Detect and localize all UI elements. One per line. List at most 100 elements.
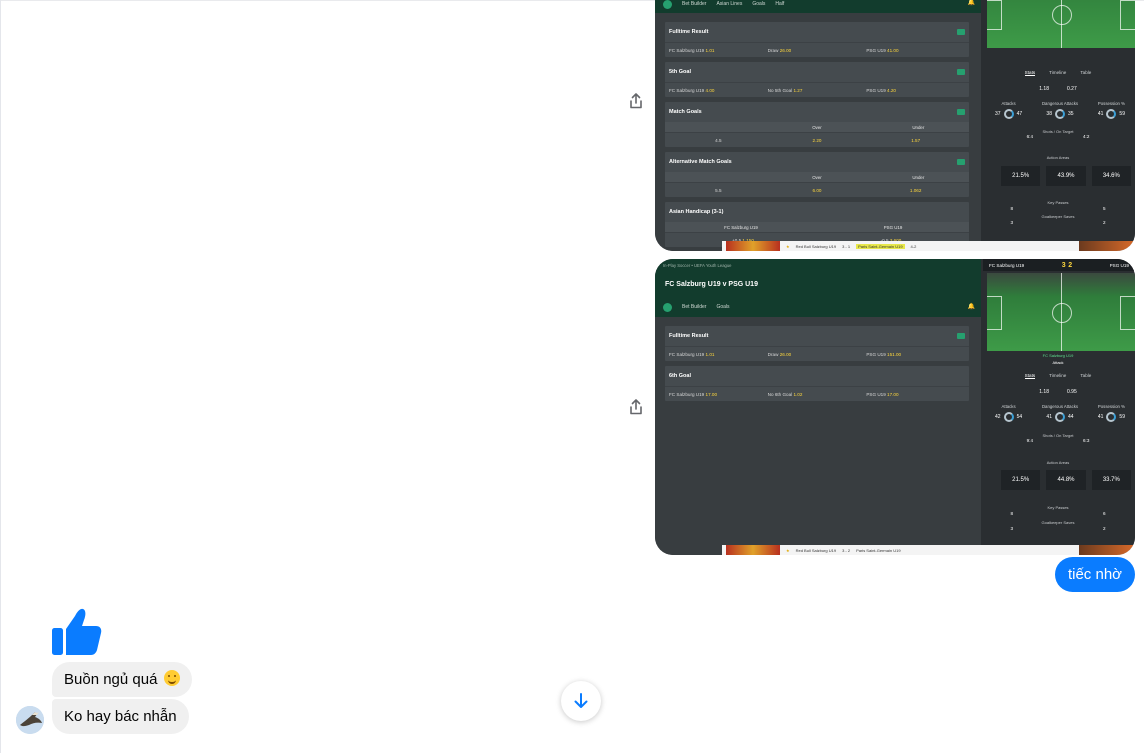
col-over: Over [812,174,822,180]
area-value: 34.6% [1091,166,1131,186]
strip-opponent: Paris Saint-Germain U19 [856,243,905,249]
market-title: Fulltime Result [669,29,709,35]
col-away: PSG U19 [883,224,903,230]
ring-chart [1003,412,1014,422]
nav-asian-lines: Asian Lines [716,1,743,7]
goalkeeper-saves-values: 3 2 [981,526,1135,531]
odds-value: 1.01 [705,47,715,53]
odds-team: Draw [767,47,779,53]
betting-header: In-Play Soccer • UEFA Youth League FC Sa… [655,259,981,317]
odds-team: PSG U19 [866,47,886,53]
odds-team: PSG U19 [866,391,886,397]
stat-label: Attacks [1001,101,1016,106]
action-areas: 21.5% 43.9% 34.6% [1001,166,1131,186]
stat-value: 41 [1097,414,1104,420]
odds-value: 6.00 [812,187,822,193]
ring-chart [1003,109,1014,119]
stat-value: 37 [995,111,1001,117]
avatar[interactable] [16,706,44,734]
stat-value: 8 [1010,511,1013,516]
stat-value: 41 [1097,111,1104,117]
team-home: FC Salzburg U19 [989,262,1025,268]
match-stats-panel: FC Salzburg U19 3 2 PSG U19 FC Salzburg … [981,259,1135,555]
stats-trio: Attacks 42 54 Dangerous Attacks 41 44 Posses… [995,404,1125,422]
col-over: Over [812,124,822,130]
stat-value: 42 [995,414,1001,420]
image-message-2[interactable]: In-Play Soccer • UEFA Youth League FC Sa… [655,259,1135,555]
odds-team: FC Salzburg U19 [669,351,705,357]
odds-team: FC Salzburg U19 [669,47,705,53]
odds-value: 4.20 [887,87,896,93]
market-title: Fulltime Result [669,333,709,339]
odds-team: PSG U19 [866,87,886,93]
betting-markets-panel: Bet Builder Asian Lines Goals Half 🔔 Ful… [655,0,981,251]
match-title: FC Salzburg U19 v PSG U19 [665,281,758,288]
stat-value: 6 [1103,511,1106,516]
stat-value: 59 [1119,414,1125,420]
bet-builder-badge [663,0,672,9]
nav-bet-builder: Bet Builder [682,1,707,7]
market-indicator [957,29,965,35]
market-match-goals: Match Goals Over Under 4.5 2.20 1.57 [665,102,969,147]
stat-value: 8 [1010,206,1013,211]
market-indicator [957,69,965,75]
area-value: 43.9% [1046,166,1086,186]
odds-team: PSG U19 [866,351,886,357]
scroll-to-bottom-button[interactable] [561,681,601,721]
thumbs-up-icon[interactable] [51,606,103,658]
col-under: Under [912,124,925,130]
ring-chart [1054,412,1065,422]
share-icon[interactable] [626,91,646,111]
stat-value: 3 [1010,220,1013,225]
market-list: Fulltime Result FC Salzburg U19 1.01 Dra… [665,326,969,406]
stat-value: 59 [1119,111,1125,117]
stat-value: 54 [1016,414,1023,420]
market-title: Alternative Match Goals [669,159,732,165]
image-message-1[interactable]: Bet Builder Asian Lines Goals Half 🔔 Ful… [655,0,1135,251]
action-areas-label: Action Areas [1046,460,1070,465]
stat-home: 1.18 [1039,86,1049,92]
goal-line: 4.5 [715,137,722,143]
strip-match: Red Bull Salzburg U19 [795,547,837,553]
stat-value: 3 [1010,526,1013,531]
odds-value: 151.00 [887,351,902,357]
odds-value: 1.27 [793,87,803,93]
nav-half: Half [775,1,785,7]
score-home: 3 [1061,261,1066,269]
area-value: 21.5% [1001,470,1041,490]
stat-value: 47 [1016,111,1023,117]
bell-icon: 🔔 [967,0,975,6]
goalkeeper-saves-label: Goalkeeper Saves [1041,520,1075,525]
stats-line: 1.18 0.27 [981,86,1135,92]
arrow-down-icon [574,693,588,708]
stat-value: 2 [1103,526,1106,531]
strip-score: 3 - 1 [842,243,851,249]
market-title: Asian Handicap (3-1) [669,209,724,215]
ad-banner [726,545,780,555]
stat-away: 0.95 [1067,389,1077,395]
shots-values: 6:4 4:2 [981,134,1135,139]
received-message-bubble[interactable]: Ko hay bác nhẫn [52,699,189,734]
odds-value: 26.00 [779,47,792,53]
key-passes-label: Key Passes [1047,200,1069,205]
stat-label: Dangerous Attacks [1041,101,1079,106]
star-icon: ★ [786,547,790,553]
tab-table: Table [1080,70,1092,75]
nav-goals: Goals [752,1,766,7]
match-stats-panel: Stats Timeline Table 1.18 0.27 Attacks 37… [981,0,1135,251]
ring-chart [1106,412,1117,422]
market-indicator [957,333,965,339]
received-message-bubble[interactable]: Buồn ngủ quá [52,662,192,697]
betting-header: Bet Builder Asian Lines Goals Half 🔔 [655,0,981,13]
stats-tabs: Stats Timeline Table [981,373,1135,379]
odds-team: FC Salzburg U19 [669,87,705,93]
goal-line: 5.5 [715,187,722,193]
tab-timeline: Timeline [1049,70,1067,75]
share-icon[interactable] [626,397,646,417]
market-title: Match Goals [669,109,702,115]
odds-value: 17.00 [887,391,899,397]
market-title: 5th Goal [669,69,692,75]
stat-value: 44 [1067,414,1074,420]
star-icon: ★ [786,243,790,249]
sent-message-bubble[interactable]: tiếc nhờ [1054,557,1135,592]
